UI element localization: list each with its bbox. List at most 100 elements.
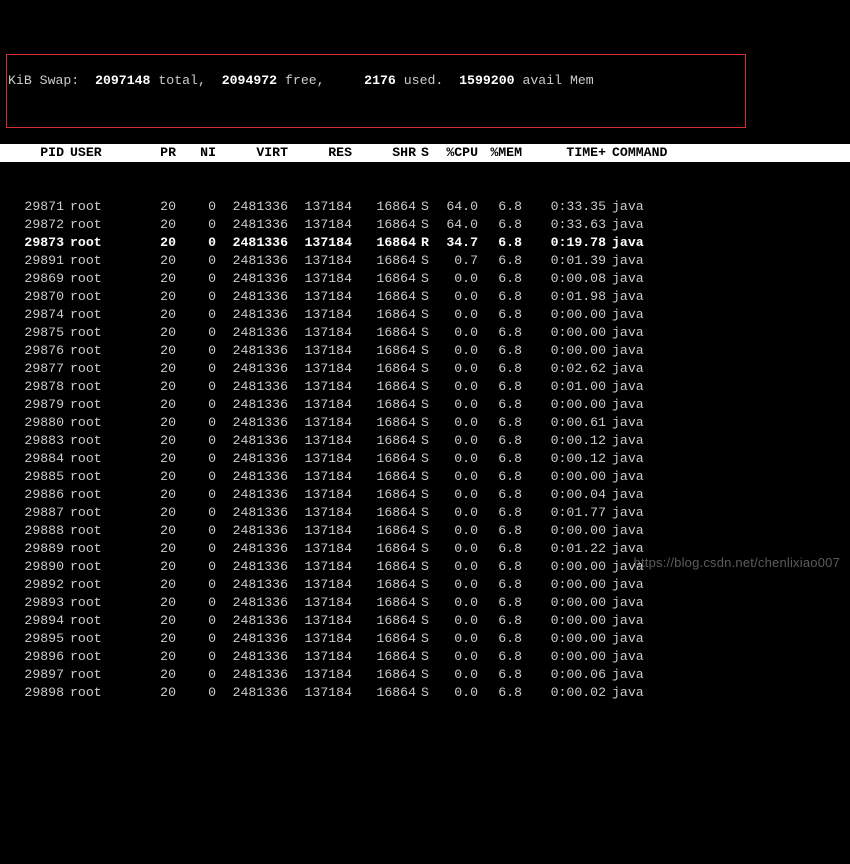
cell-res: 137184 — [288, 666, 352, 684]
cell-ni: 0 — [176, 378, 216, 396]
col-user[interactable]: USER — [64, 144, 136, 162]
cell-ni: 0 — [176, 630, 216, 648]
cell-res: 137184 — [288, 198, 352, 216]
table-row[interactable]: 29896root200248133613718416864S0.06.80:0… — [8, 648, 842, 666]
table-row[interactable]: 29876root200248133613718416864S0.06.80:0… — [8, 342, 842, 360]
cell-virt: 2481336 — [216, 216, 288, 234]
cell-res: 137184 — [288, 306, 352, 324]
cell-pid: 29870 — [8, 288, 64, 306]
cell-cpu: 0.0 — [434, 504, 478, 522]
cell-cmd: java — [606, 648, 686, 666]
table-row[interactable]: 29872root200248133613718416864S64.06.80:… — [8, 216, 842, 234]
cell-shr: 16864 — [352, 396, 416, 414]
cell-time: 0:00.02 — [522, 684, 606, 702]
col-pr[interactable]: PR — [136, 144, 176, 162]
table-row[interactable]: 29873root200248133613718416864R34.76.80:… — [8, 234, 842, 252]
cell-s: S — [416, 396, 434, 414]
table-row[interactable]: 29871root200248133613718416864S64.06.80:… — [8, 198, 842, 216]
col-mem[interactable]: %MEM — [478, 144, 522, 162]
col-s[interactable]: S — [416, 144, 434, 162]
cell-time: 0:00.08 — [522, 270, 606, 288]
table-row[interactable]: 29883root200248133613718416864S0.06.80:0… — [8, 432, 842, 450]
cell-shr: 16864 — [352, 216, 416, 234]
cell-ni: 0 — [176, 396, 216, 414]
table-row[interactable]: 29888root200248133613718416864S0.06.80:0… — [8, 522, 842, 540]
swap-used-value: 2176 — [364, 73, 396, 88]
cell-shr: 16864 — [352, 306, 416, 324]
table-row[interactable]: 29895root200248133613718416864S0.06.80:0… — [8, 630, 842, 648]
table-row[interactable]: 29884root200248133613718416864S0.06.80:0… — [8, 450, 842, 468]
table-row[interactable]: 29897root200248133613718416864S0.06.80:0… — [8, 666, 842, 684]
cell-shr: 16864 — [352, 576, 416, 594]
col-cmd[interactable]: COMMAND — [606, 144, 686, 162]
table-row[interactable]: 29870root200248133613718416864S0.06.80:0… — [8, 288, 842, 306]
cell-cmd: java — [606, 216, 686, 234]
cell-cmd: java — [606, 252, 686, 270]
table-row[interactable]: 29892root200248133613718416864S0.06.80:0… — [8, 576, 842, 594]
table-row[interactable]: 29878root200248133613718416864S0.06.80:0… — [8, 378, 842, 396]
col-virt[interactable]: VIRT — [216, 144, 288, 162]
table-row[interactable]: 29874root200248133613718416864S0.06.80:0… — [8, 306, 842, 324]
cell-user: root — [64, 612, 136, 630]
cell-s: S — [416, 522, 434, 540]
swap-free-label: free, — [277, 73, 324, 88]
col-time[interactable]: TIME+ — [522, 144, 606, 162]
cell-shr: 16864 — [352, 648, 416, 666]
cell-res: 137184 — [288, 216, 352, 234]
cell-cpu: 0.0 — [434, 648, 478, 666]
table-row[interactable]: 29877root200248133613718416864S0.06.80:0… — [8, 360, 842, 378]
cell-pr: 20 — [136, 234, 176, 252]
table-row[interactable]: 29879root200248133613718416864S0.06.80:0… — [8, 396, 842, 414]
table-row[interactable]: 29893root200248133613718416864S0.06.80:0… — [8, 594, 842, 612]
cell-user: root — [64, 396, 136, 414]
cell-cmd: java — [606, 342, 686, 360]
table-row[interactable]: 29875root200248133613718416864S0.06.80:0… — [8, 324, 842, 342]
table-row[interactable]: 29869root200248133613718416864S0.06.80:0… — [8, 270, 842, 288]
cell-cmd: java — [606, 324, 686, 342]
col-pid[interactable]: PID — [8, 144, 64, 162]
cell-user: root — [64, 486, 136, 504]
cell-time: 0:00.00 — [522, 576, 606, 594]
table-row[interactable]: 29885root200248133613718416864S0.06.80:0… — [8, 468, 842, 486]
col-ni[interactable]: NI — [176, 144, 216, 162]
cell-res: 137184 — [288, 576, 352, 594]
table-row[interactable]: 29891root200248133613718416864S0.76.80:0… — [8, 252, 842, 270]
cell-user: root — [64, 216, 136, 234]
cell-time: 0:01.77 — [522, 504, 606, 522]
table-row[interactable]: 29894root200248133613718416864S0.06.80:0… — [8, 612, 842, 630]
table-row[interactable]: 29886root200248133613718416864S0.06.80:0… — [8, 486, 842, 504]
cell-res: 137184 — [288, 594, 352, 612]
table-row[interactable]: 29880root200248133613718416864S0.06.80:0… — [8, 414, 842, 432]
cell-shr: 16864 — [352, 234, 416, 252]
cell-cmd: java — [606, 612, 686, 630]
cell-cpu: 0.0 — [434, 450, 478, 468]
cell-shr: 16864 — [352, 252, 416, 270]
cell-mem: 6.8 — [478, 504, 522, 522]
col-res[interactable]: RES — [288, 144, 352, 162]
cell-time: 0:01.22 — [522, 540, 606, 558]
table-row[interactable]: 29898root200248133613718416864S0.06.80:0… — [8, 684, 842, 702]
cell-mem: 6.8 — [478, 684, 522, 702]
cell-cpu: 0.7 — [434, 252, 478, 270]
cell-user: root — [64, 234, 136, 252]
col-shr[interactable]: SHR — [352, 144, 416, 162]
cell-time: 0:00.00 — [522, 396, 606, 414]
table-row[interactable]: 29887root200248133613718416864S0.06.80:0… — [8, 504, 842, 522]
cell-cmd: java — [606, 432, 686, 450]
cell-pid: 29894 — [8, 612, 64, 630]
cell-pr: 20 — [136, 306, 176, 324]
cell-res: 137184 — [288, 558, 352, 576]
cell-mem: 6.8 — [478, 342, 522, 360]
cell-pr: 20 — [136, 414, 176, 432]
col-cpu[interactable]: %CPU — [434, 144, 478, 162]
cell-time: 0:00.00 — [522, 306, 606, 324]
cell-cmd: java — [606, 684, 686, 702]
cell-mem: 6.8 — [478, 198, 522, 216]
cell-user: root — [64, 198, 136, 216]
cell-mem: 6.8 — [478, 270, 522, 288]
cell-pid: 29883 — [8, 432, 64, 450]
cell-s: S — [416, 306, 434, 324]
cell-pr: 20 — [136, 288, 176, 306]
cell-res: 137184 — [288, 324, 352, 342]
cell-cmd: java — [606, 594, 686, 612]
